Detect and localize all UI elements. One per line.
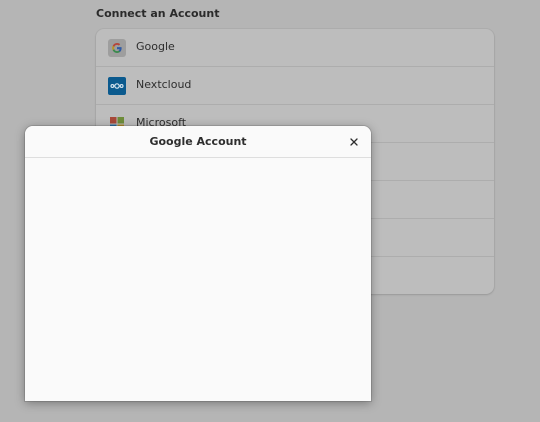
- section-title: Connect an Account: [96, 7, 220, 20]
- nextcloud-icon: [108, 77, 126, 95]
- dialog-header: Google Account: [25, 126, 371, 158]
- provider-label-nextcloud: Nextcloud: [136, 78, 192, 91]
- provider-row-nextcloud[interactable]: Nextcloud: [96, 67, 494, 105]
- online-accounts-page: Connect an Account Google Nextcloud Micr…: [0, 0, 540, 422]
- close-button[interactable]: [345, 133, 363, 151]
- google-icon: [108, 39, 126, 57]
- dialog-title: Google Account: [149, 135, 247, 148]
- dialog-content-area: [25, 158, 371, 401]
- provider-label-google: Google: [136, 40, 175, 53]
- google-account-dialog: Google Account: [25, 126, 371, 401]
- provider-row-google[interactable]: Google: [96, 29, 494, 67]
